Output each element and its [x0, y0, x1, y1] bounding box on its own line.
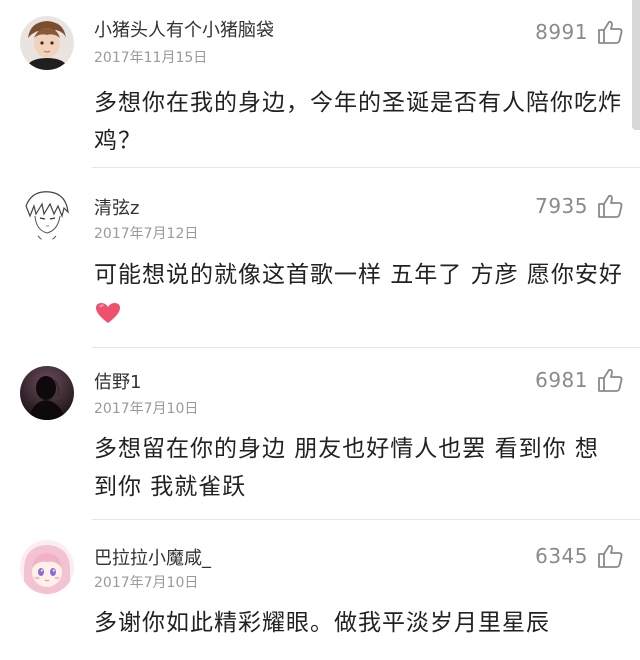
- comment-date: 2017年11月15日: [94, 50, 208, 66]
- user-photo-avatar[interactable]: [20, 16, 74, 70]
- comment-item: 小猪头人有个小猪脑袋 2017年11月15日 8991 多想你在我的身边，今年的…: [0, 0, 640, 168]
- comment-text: 多谢你如此精彩耀眼。做我平淡岁月里星辰: [94, 604, 624, 642]
- like-count: 8991: [535, 20, 588, 44]
- thumbs-up-icon[interactable]: [596, 18, 624, 46]
- like-count: 6981: [535, 368, 588, 392]
- like-control[interactable]: 7935: [535, 192, 624, 220]
- username[interactable]: 巴拉拉小魔咸_: [94, 544, 211, 570]
- dark-silhouette-avatar[interactable]: [20, 366, 74, 420]
- username[interactable]: 小猪头人有个小猪脑袋: [94, 16, 274, 42]
- comment-item: 佶野1 2017年7月10日 6981 多想留在你的身边 朋友也好情人也罢 看到…: [0, 348, 640, 520]
- thumbs-up-icon[interactable]: [596, 192, 624, 220]
- anime-girl-avatar[interactable]: [20, 540, 74, 594]
- comment-date: 2017年7月12日: [94, 226, 199, 242]
- comment-text: 可能想说的就像这首歌一样 五年了 方彦 愿你安好: [94, 256, 624, 294]
- thumbs-up-icon[interactable]: [596, 542, 624, 570]
- comment-item: 巴拉拉小魔咸_ 2017年7月10日 6345 多谢你如此精彩耀眼。做我平淡岁月…: [0, 520, 640, 660]
- anime-sketch-avatar[interactable]: [20, 186, 74, 240]
- comment-date: 2017年7月10日: [94, 575, 199, 591]
- comment-text: 多想留在你的身边 朋友也好情人也罢 看到你 想 到你 我就雀跃: [94, 430, 624, 506]
- like-control[interactable]: 8991: [535, 18, 624, 46]
- username[interactable]: 清弦z: [94, 194, 139, 220]
- like-control[interactable]: 6981: [535, 366, 624, 394]
- username[interactable]: 佶野1: [94, 368, 141, 394]
- like-count: 6345: [535, 544, 588, 568]
- heart-icon: [96, 303, 120, 323]
- like-count: 7935: [535, 194, 588, 218]
- comment-text: 多想你在我的身边，今年的圣诞是否有人陪你吃炸 鸡？: [94, 84, 624, 160]
- comment-text-line: 多想你在我的身边，今年的圣诞是否有人陪你吃炸: [94, 90, 622, 116]
- thumbs-up-icon[interactable]: [596, 366, 624, 394]
- comment-item: 清弦z 2017年7月12日 7935 可能想说的就像这首歌一样 五年了 方彦 …: [0, 168, 640, 348]
- comment-text-line: 多想留在你的身边 朋友也好情人也罢 看到你 想: [94, 436, 599, 462]
- comment-date: 2017年7月10日: [94, 401, 199, 417]
- comment-text-line: 多谢你如此精彩耀眼。做我平淡岁月里星辰: [94, 610, 550, 636]
- comment-text-line: 到你 我就雀跃: [94, 474, 247, 500]
- comment-text-line: 可能想说的就像这首歌一样 五年了 方彦 愿你安好: [94, 262, 623, 288]
- like-control[interactable]: 6345: [535, 542, 624, 570]
- comment-text-line: 鸡？: [94, 128, 142, 154]
